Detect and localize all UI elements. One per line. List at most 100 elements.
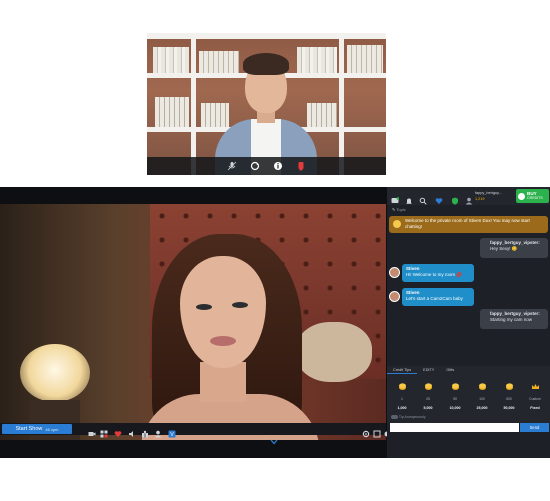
- tip-amount: 5,000: [423, 406, 433, 410]
- toggle-icon: [391, 415, 398, 419]
- grid-icon[interactable]: [100, 425, 108, 438]
- switch-camera-icon[interactable]: [250, 161, 260, 171]
- buy-sub-label: CREDITS: [527, 196, 543, 200]
- chat-message: Stiven Hi! Welcome to my room 💋: [402, 264, 474, 282]
- tip-label: 50: [453, 397, 457, 401]
- send-button[interactable]: Send: [520, 423, 549, 432]
- books: [201, 103, 229, 127]
- tip-option[interactable]: 1 1,000: [389, 378, 415, 410]
- books: [153, 47, 189, 73]
- tab-edity[interactable]: EDITY: [417, 366, 440, 374]
- stop-camera-icon[interactable]: [296, 161, 306, 171]
- topic-bar[interactable]: ✎ Topic: [387, 205, 550, 214]
- buy-credits-button[interactable]: BUY CREDITS: [516, 189, 549, 203]
- tip-amount: Fixed: [530, 406, 540, 410]
- vip-icon[interactable]: V: [168, 425, 176, 438]
- cam2cam-icon[interactable]: [88, 425, 96, 436]
- smiley-icon: [393, 220, 401, 228]
- tip-option[interactable]: Custom Fixed: [522, 378, 548, 410]
- tip-option[interactable]: 100 25,000: [469, 378, 495, 410]
- message-text: Starting my cam now: [490, 317, 533, 322]
- fullscreen-icon[interactable]: [373, 425, 381, 438]
- private-show-viewer: Start Show 46 cpm V fappy_bertguy... 1,2…: [0, 187, 550, 458]
- tip-anonymously-toggle[interactable]: Tip Anonymously: [391, 415, 425, 419]
- books: [199, 51, 239, 73]
- model-lips: [210, 336, 236, 346]
- favorites-icon[interactable]: [435, 192, 443, 204]
- cam2cam-controls: [147, 157, 386, 175]
- tip-option[interactable]: 500 50,000: [496, 378, 522, 410]
- welcome-text: Welcome to the private room of Stiven Du…: [405, 218, 530, 229]
- lamp: [20, 344, 90, 402]
- user-avatar-icon[interactable]: [465, 192, 473, 205]
- start-show-label: Start Show: [15, 426, 43, 432]
- bookshelf: [191, 33, 196, 175]
- welcome-message: Welcome to the private room of Stiven Du…: [389, 216, 548, 233]
- books: [347, 45, 383, 73]
- crown-icon: [531, 384, 539, 389]
- model-avatar: [389, 291, 400, 302]
- chat-input-row: Send: [387, 423, 550, 435]
- account-credits: 1,219: [475, 197, 485, 201]
- chevron-down-icon[interactable]: [270, 432, 278, 445]
- gift-icon[interactable]: [141, 425, 149, 438]
- viewer-hair: [243, 53, 289, 75]
- books: [307, 103, 337, 127]
- coin-stack-icon: [451, 383, 459, 390]
- tip-label: Custom: [529, 397, 541, 401]
- bookshelf: [339, 33, 344, 175]
- coin-stack-icon: [478, 383, 486, 390]
- cam2cam-preview: [147, 33, 386, 175]
- messages-icon[interactable]: [391, 192, 400, 203]
- chat-message-input[interactable]: [390, 423, 519, 432]
- tip-option[interactable]: 50 10,000: [442, 378, 468, 410]
- tip-label: 1: [401, 397, 403, 401]
- message-text: Hi! Welcome to my room 💋: [406, 272, 463, 277]
- tip-label: 25: [426, 397, 430, 401]
- tab-gifts[interactable]: Gifts: [440, 366, 460, 374]
- model-video-stream: [0, 204, 386, 440]
- tip-option[interactable]: 25 5,000: [415, 378, 441, 410]
- tip-amount: 1,000: [397, 406, 407, 410]
- coin-stack-icon: [505, 383, 513, 390]
- model-eye: [232, 302, 248, 308]
- bookshelf: [147, 33, 386, 39]
- model-neck: [200, 362, 246, 402]
- chat-panel: fappy_bertguy... 1,219 BUY CREDITS ✎ Top…: [387, 187, 550, 458]
- chat-message: Stiven Let's start a Cam2Cam baby: [402, 288, 474, 306]
- chat-header: fappy_bertguy... 1,219 BUY CREDITS: [387, 187, 550, 205]
- topic-label: Topic: [396, 207, 406, 212]
- chat-message: fappy_bertguy_vipster: Starting my cam n…: [480, 309, 548, 329]
- info-icon[interactable]: [273, 161, 283, 171]
- start-show-price: 46 cpm: [45, 426, 59, 432]
- account-username[interactable]: fappy_bertguy...: [475, 191, 502, 195]
- message-text: Let's start a Cam2Cam baby: [406, 296, 463, 301]
- mic-icon[interactable]: [227, 161, 237, 171]
- model-avatar: [389, 267, 400, 278]
- tip-amount: 50,000: [503, 406, 515, 410]
- coin-stack-icon: [424, 383, 432, 390]
- books: [155, 97, 189, 127]
- tip-amount: 25,000: [476, 406, 488, 410]
- search-icon[interactable]: [419, 192, 427, 205]
- message-text: Hey Sexy! 😊: [490, 246, 518, 251]
- tip-panel: Credit Tips EDITY Gifts 1 1,000 25 5,000…: [387, 366, 550, 423]
- settings-icon[interactable]: [362, 425, 370, 438]
- start-show-button[interactable]: Start Show 46 cpm: [2, 424, 72, 434]
- chat-message: fappy_bertguy_vipster: Hey Sexy! 😊: [480, 238, 548, 258]
- shield-icon[interactable]: [451, 192, 459, 205]
- heart-icon[interactable]: [114, 425, 122, 437]
- coin-icon: [518, 193, 525, 200]
- pillow: [296, 322, 372, 382]
- bell-icon[interactable]: [405, 192, 413, 204]
- tip-label: 500: [506, 397, 512, 401]
- volume-icon[interactable]: [128, 425, 136, 437]
- tab-credit-tips[interactable]: Credit Tips: [387, 366, 418, 374]
- books: [297, 47, 337, 73]
- tip-amount: 10,000: [449, 406, 461, 410]
- tip-tabs: Credit Tips EDITY Gifts: [387, 366, 550, 374]
- anon-label: Tip Anonymously: [398, 415, 426, 419]
- user-icon[interactable]: [154, 425, 162, 438]
- tip-label: 100: [479, 397, 485, 401]
- coin-stack-icon: [398, 383, 406, 390]
